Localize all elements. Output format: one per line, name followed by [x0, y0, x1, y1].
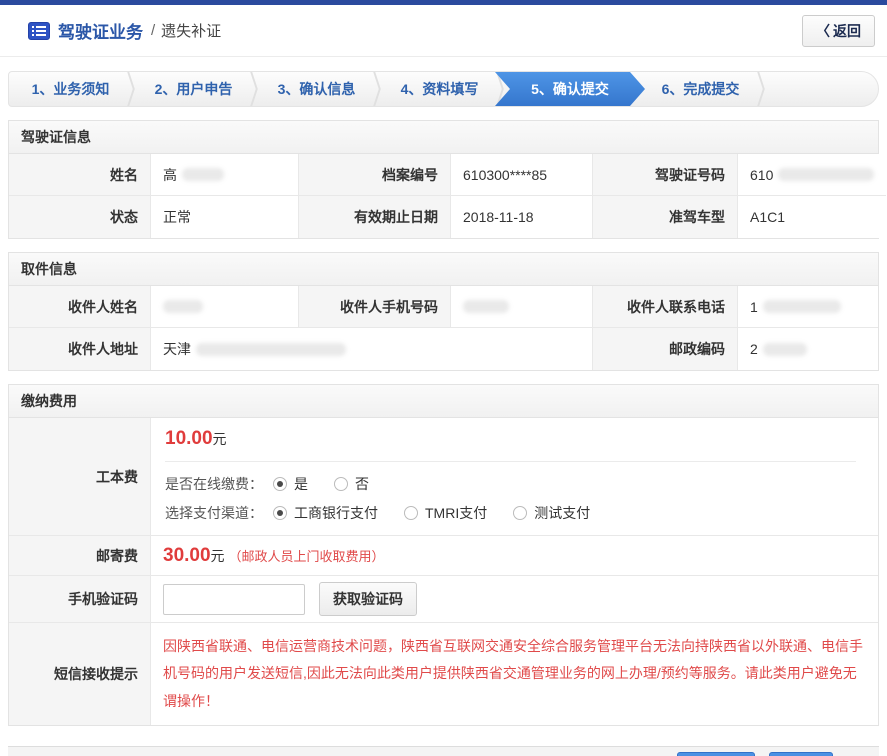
sms-tip-cell: 因陕西省联通、电信运营商技术问题，陕西省互联网交通安全综合服务管理平台无法向持陕…: [151, 623, 878, 725]
sms-tip-text: 因陕西省联通、电信运营商技术问题，陕西省互联网交通安全综合服务管理平台无法向持陕…: [163, 629, 866, 719]
channel-icbc-label: 工商银行支付: [294, 503, 378, 523]
online-pay-no-label: 否: [355, 474, 369, 494]
production-fee-cell: 10.00元 是否在线缴费： 是 否 选择支付渠道： 工商银行支付 TMRI支付…: [151, 418, 878, 536]
channel-icbc-option[interactable]: 工商银行支付: [273, 503, 378, 523]
recipient-name-label: 收件人姓名: [9, 286, 151, 328]
section-pickup-title: 取件信息: [9, 253, 878, 286]
postage-label: 邮寄费: [9, 536, 151, 576]
breadcrumb-current: 遗失补证: [161, 20, 221, 41]
license-list-icon: [28, 22, 50, 40]
back-button-label: 返回: [833, 23, 861, 39]
chevron-left-icon: 〈: [816, 23, 830, 39]
fee-divider: [165, 461, 856, 462]
page-title: 驾驶证业务: [58, 18, 143, 43]
pay-channel-label: 选择支付渠道：: [165, 503, 263, 523]
production-fee-label: 工本费: [9, 418, 151, 536]
license-no-value: 610: [738, 154, 886, 196]
status-label: 状态: [9, 196, 151, 238]
step-4-fill-data[interactable]: 4、资料填写: [378, 72, 501, 106]
vehicle-class-value: A1C1: [738, 196, 886, 238]
sms-tip-label: 短信接收提示: [9, 623, 151, 725]
online-pay-yes-label: 是: [294, 474, 308, 494]
postage-amount: 30.00: [163, 545, 211, 567]
postcode-value: 2: [738, 328, 878, 370]
production-fee-amount-row: 10.00元: [165, 428, 864, 450]
section-fees-title: 缴纳费用: [9, 385, 878, 418]
step-5-confirm-submit[interactable]: 5、确认提交: [495, 72, 645, 106]
get-sms-code-button[interactable]: 获取验证码: [319, 582, 417, 616]
postcode-label: 邮政编码: [593, 328, 738, 370]
expiry-label: 有效期止日期: [299, 196, 451, 238]
channel-tmri-option[interactable]: TMRI支付: [404, 503, 487, 523]
name-value: 高: [151, 154, 299, 196]
page-header: 驾驶证业务 / 遗失补证 〈返回: [0, 5, 887, 57]
step-2-user-declaration[interactable]: 2、用户申告: [132, 72, 255, 106]
recipient-name-value: [151, 286, 299, 328]
section-pickup-info: 取件信息 收件人姓名 收件人手机号码 收件人联系电话 1 收件人地址 天津 邮政…: [8, 252, 879, 371]
channel-test-label: 测试支付: [534, 503, 590, 523]
step-progress-bar: 1、业务须知 2、用户申告 3、确认信息 4、资料填写 5、确认提交 6、完成提…: [8, 71, 879, 107]
step-1-business-notice[interactable]: 1、业务须知: [9, 72, 132, 106]
sms-code-label: 手机验证码: [9, 576, 151, 623]
yuan-unit: 元: [213, 431, 227, 447]
previous-step-button[interactable]: 上一步: [677, 752, 755, 756]
production-fee-amount: 10.00: [165, 428, 213, 449]
radio-unchecked-icon[interactable]: [334, 477, 348, 491]
redacted-value: [163, 300, 203, 313]
sms-code-input[interactable]: [163, 584, 305, 615]
recipient-phone-value: 1: [738, 286, 878, 328]
footer-action-bar: 上一步 完成: [8, 746, 879, 756]
finish-button[interactable]: 完成: [769, 752, 833, 756]
expiry-value: 2018-11-18: [451, 196, 593, 238]
radio-unchecked-icon[interactable]: [404, 506, 418, 520]
address-label: 收件人地址: [9, 328, 151, 370]
back-button[interactable]: 〈返回: [802, 15, 875, 47]
section-license-title: 驾驶证信息: [9, 121, 878, 154]
postage-note: （邮政人员上门收取费用）: [229, 546, 385, 565]
section-fees: 缴纳费用 工本费 10.00元 是否在线缴费： 是 否 选择支付渠道： 工商银行…: [8, 384, 879, 726]
channel-test-option[interactable]: 测试支付: [513, 503, 590, 523]
recipient-phone-label: 收件人联系电话: [593, 286, 738, 328]
recipient-mobile-label: 收件人手机号码: [299, 286, 451, 328]
radio-checked-icon[interactable]: [273, 506, 287, 520]
yuan-unit: 元: [211, 546, 225, 566]
channel-tmri-label: TMRI支付: [425, 503, 487, 523]
online-pay-no-option[interactable]: 否: [334, 474, 369, 494]
online-pay-label: 是否在线缴费：: [165, 474, 263, 494]
redacted-value: [463, 300, 509, 313]
radio-checked-icon[interactable]: [273, 477, 287, 491]
vehicle-class-label: 准驾车型: [593, 196, 738, 238]
license-no-label: 驾驶证号码: [593, 154, 738, 196]
address-value: 天津: [151, 328, 593, 370]
redacted-value: [196, 343, 346, 356]
online-pay-row: 是否在线缴费： 是 否: [165, 474, 864, 494]
name-label: 姓名: [9, 154, 151, 196]
step-3-confirm-info[interactable]: 3、确认信息: [255, 72, 378, 106]
pay-channel-row: 选择支付渠道： 工商银行支付 TMRI支付 测试支付: [165, 503, 864, 523]
radio-unchecked-icon[interactable]: [513, 506, 527, 520]
recipient-mobile-value: [451, 286, 593, 328]
file-no-label: 档案编号: [299, 154, 451, 196]
step-6-complete-submit[interactable]: 6、完成提交: [639, 72, 762, 106]
postage-cell: 30.00元 （邮政人员上门收取费用）: [151, 536, 878, 576]
redacted-value: [182, 168, 224, 181]
redacted-value: [778, 168, 874, 181]
section-license-info: 驾驶证信息 姓名 高 档案编号 610300****85 驾驶证号码 610 状…: [8, 120, 879, 239]
file-no-value: 610300****85: [451, 154, 593, 196]
redacted-value: [763, 300, 841, 313]
status-value: 正常: [151, 196, 299, 238]
breadcrumb-separator: /: [151, 22, 155, 39]
online-pay-yes-option[interactable]: 是: [273, 474, 308, 494]
sms-code-cell: 获取验证码: [151, 576, 878, 623]
redacted-value: [763, 343, 807, 356]
